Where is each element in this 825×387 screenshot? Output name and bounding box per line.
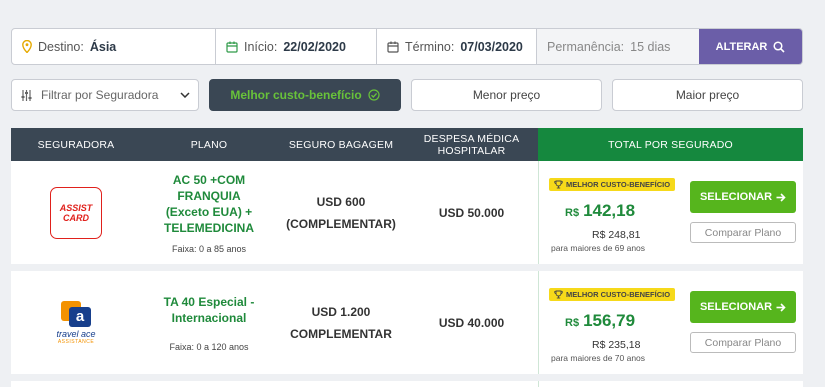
best-value-label: Melhor custo-benefício [230, 88, 362, 102]
medical-cell: USD 40.000 [405, 271, 538, 374]
arrow-right-icon [776, 192, 786, 202]
price-value: 142,18 [583, 201, 636, 220]
price-currency: R$ [565, 317, 580, 329]
age-range: Faixa: 0 a 85 anos [171, 243, 247, 254]
badge-label: MELHOR CUSTO-BENEFÍCIO [566, 180, 671, 189]
filter-bar: Filtrar por Seguradora Melhor custo-bene… [11, 79, 803, 111]
search-icon [773, 40, 785, 53]
plan-cell: AC 50 +COM FRANQUIA (Exceto EUA) + TELEM… [141, 161, 277, 264]
alter-button-label: ALTERAR [715, 40, 768, 53]
insurer-filter-label: Filtrar por Seguradora [41, 88, 159, 102]
highest-price-label: Maior preço [675, 88, 740, 102]
badge-label: MELHOR CUSTO-BENEFÍCIO [566, 290, 671, 299]
header-plan: PLANO [141, 128, 277, 161]
original-price: R$ 235,18 [592, 339, 641, 351]
end-date-label: Término: [405, 39, 455, 54]
plan-name: AC 50 +COM FRANQUIA (Exceto EUA) + TELEM… [164, 172, 254, 235]
assist-card-logo: ASSIST CARD [50, 186, 102, 239]
original-price: R$ 248,81 [592, 229, 641, 241]
select-button-label: SELECIONAR [699, 301, 773, 313]
price-value: 156,79 [583, 311, 636, 330]
baggage-cell: USD 600 (COMPLEMENTAR) [277, 161, 405, 264]
table-row [11, 381, 803, 387]
calendar-icon [226, 41, 238, 53]
age-range: Faixa: 0 a 120 anos [169, 341, 249, 352]
trophy-icon [554, 290, 563, 299]
lowest-price-label: Menor preço [472, 88, 541, 102]
baggage-type: (COMPLEMENTAR) [286, 216, 396, 231]
select-button-label: SELECIONAR [699, 191, 773, 203]
medical-cell: USD 50.000 [405, 161, 538, 264]
travel-ace-logo: a travel ace ASSISTANCE [56, 300, 96, 345]
lowest-price-filter-button[interactable]: Menor preço [411, 79, 602, 111]
highest-price-filter-button[interactable]: Maior preço [612, 79, 803, 111]
header-medical-line2: HOSPITALAR [437, 144, 506, 157]
insurer-cell: ASSIST CARD [11, 161, 141, 264]
map-pin-icon [22, 40, 32, 53]
header-baggage: SEGURO BAGAGEM [277, 128, 405, 161]
price: R$ 156,79 [565, 311, 635, 331]
plan-name: TA 40 Especial - Internacional [163, 294, 255, 325]
select-button[interactable]: SELECIONAR [690, 181, 796, 213]
best-value-badge: MELHOR CUSTO-BENEFÍCIO [549, 288, 676, 301]
start-date-field[interactable]: Início: 22/02/2020 [216, 29, 377, 64]
chevron-down-icon [180, 92, 190, 98]
calendar-icon [387, 41, 399, 53]
plan-cell: TA 40 Especial - Internacional Faixa: 0 … [141, 271, 277, 374]
arrow-right-icon [776, 302, 786, 312]
price-note: para maiores de 69 anos [551, 243, 646, 253]
destination-field[interactable]: Destino: Ásia [12, 29, 216, 64]
stay-value: 15 dias [630, 39, 671, 54]
end-date-value: 07/03/2020 [460, 39, 523, 54]
table-row: a travel ace ASSISTANCE TA 40 Especial -… [11, 271, 803, 374]
baggage-value: USD 1.200 [311, 304, 371, 319]
insurer-filter-select[interactable]: Filtrar por Seguradora [11, 79, 199, 111]
select-button[interactable]: SELECIONAR [690, 291, 796, 323]
baggage-value: USD 600 [316, 194, 366, 209]
destination-label: Destino: [38, 39, 84, 54]
travel-ace-mark: a [61, 300, 91, 327]
baggage-type: COMPLEMENTAR [290, 326, 392, 341]
end-date-field[interactable]: Término: 07/03/2020 [377, 29, 537, 64]
table-row: ASSIST CARD AC 50 +COM FRANQUIA (Exceto E… [11, 161, 803, 264]
start-date-label: Início: [244, 39, 278, 54]
total-cell: MELHOR CUSTO-BENEFÍCIO R$ 156,79 R$ 235,… [538, 271, 803, 374]
header-medical: DESPESA MÉDICA HOSPITALAR [405, 128, 538, 161]
trophy-icon [554, 180, 563, 189]
compare-plan-button[interactable]: Comparar Plano [690, 222, 796, 243]
destination-value: Ásia [89, 39, 117, 54]
best-value-filter-button[interactable]: Melhor custo-benefício [209, 79, 401, 111]
results-table-header: SEGURADORA PLANO SEGURO BAGAGEM DESPESA … [11, 128, 803, 161]
stay-duration-field: Permanência: 15 dias [537, 29, 699, 64]
start-date-value: 22/02/2020 [283, 39, 346, 54]
insurer-cell: a travel ace ASSISTANCE [11, 271, 141, 374]
header-insurer: SEGURADORA [11, 128, 141, 161]
filter-sliders-icon [21, 89, 32, 101]
total-cell [538, 381, 803, 387]
stay-label: Permanência: [547, 39, 625, 54]
compare-plan-button[interactable]: Comparar Plano [690, 332, 796, 353]
check-circle-icon [368, 89, 380, 101]
search-bar: Destino: Ásia Início: 22/02/2020 Término… [11, 28, 803, 65]
price: R$ 142,18 [565, 201, 635, 221]
best-value-badge: MELHOR CUSTO-BENEFÍCIO [549, 178, 676, 191]
medical-value: USD 40.000 [438, 315, 505, 330]
price-note: para maiores de 70 anos [551, 353, 646, 363]
header-medical-line1: DESPESA MÉDICA [423, 132, 520, 145]
alter-button[interactable]: ALTERAR [699, 29, 802, 64]
header-total: TOTAL POR SEGURADO [538, 128, 803, 161]
baggage-cell: USD 1.200 COMPLEMENTAR [277, 271, 405, 374]
total-cell: MELHOR CUSTO-BENEFÍCIO R$ 142,18 R$ 248,… [538, 161, 803, 264]
price-currency: R$ [565, 207, 580, 219]
medical-value: USD 50.000 [438, 205, 505, 220]
